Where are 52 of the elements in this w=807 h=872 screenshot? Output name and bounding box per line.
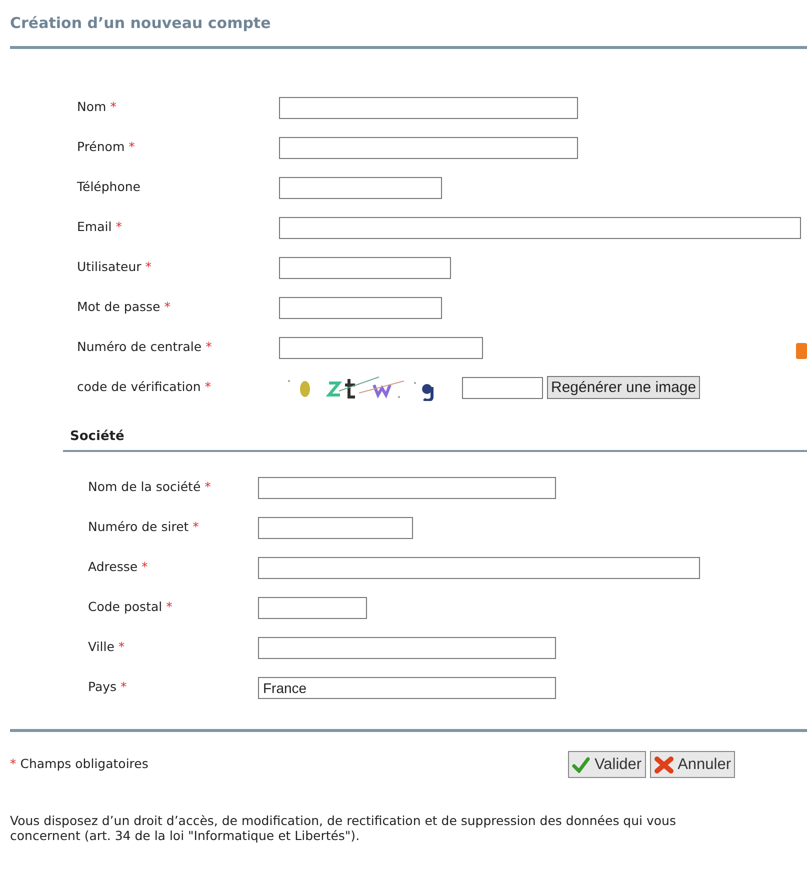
field-label: Adresse bbox=[88, 558, 138, 576]
field-label: Numéro de siret bbox=[88, 518, 189, 536]
notice-text: Vous disposez d’un droit d’accès, de modification, de rectification et de suppression des données qui vous concernent (art. 34 de la loi "Informatique et Libertés"). bbox=[10, 812, 677, 842]
input-field[interactable] bbox=[279, 336, 483, 359]
required-mark: * bbox=[204, 478, 211, 496]
input-field[interactable] bbox=[462, 376, 543, 399]
required-mark: * bbox=[166, 598, 172, 616]
validate-button[interactable]: Valider bbox=[568, 751, 646, 778]
field-label: Prénom bbox=[77, 138, 125, 156]
required-mark: * bbox=[164, 298, 170, 316]
input-field[interactable] bbox=[279, 136, 578, 159]
required-mark: * bbox=[128, 138, 135, 156]
input-field[interactable] bbox=[258, 556, 700, 578]
input-field[interactable] bbox=[279, 176, 442, 199]
field-label: Utilisateur bbox=[77, 258, 142, 276]
field-label: Code postal bbox=[88, 598, 162, 616]
input-field[interactable] bbox=[258, 596, 367, 618]
input-field[interactable] bbox=[258, 476, 556, 498]
field-label: Email bbox=[77, 218, 112, 236]
check-icon bbox=[572, 756, 590, 772]
field-label: code de vérification bbox=[77, 378, 201, 396]
input-field[interactable] bbox=[258, 636, 556, 658]
field-label: Nom bbox=[77, 98, 106, 116]
close-icon bbox=[654, 756, 674, 774]
input-field[interactable] bbox=[279, 296, 442, 319]
section-heading: Société bbox=[70, 428, 124, 444]
input-field[interactable] bbox=[258, 516, 413, 538]
input-field[interactable] bbox=[279, 256, 451, 279]
field-label: Mot de passe bbox=[77, 298, 160, 316]
required-mark: * bbox=[206, 338, 212, 356]
required-mark: * bbox=[120, 678, 127, 696]
required-mark: * bbox=[142, 558, 148, 576]
cancel-button[interactable]: Annuler bbox=[650, 751, 735, 778]
regenerate-button[interactable]: Regénérer une image bbox=[547, 376, 700, 400]
input-field[interactable] bbox=[279, 216, 801, 239]
field-label: Ville bbox=[88, 638, 114, 656]
field-label: Téléphone bbox=[77, 178, 140, 196]
required-mark: * bbox=[10, 755, 16, 774]
page-title: Création d’un nouveau compte bbox=[9, 13, 271, 33]
legend-text: Champs obligatoires bbox=[20, 755, 148, 774]
field-label: Pays bbox=[88, 678, 117, 696]
required-mark: * bbox=[192, 518, 199, 536]
required-mark: * bbox=[145, 258, 152, 276]
required-mark: * bbox=[110, 98, 116, 116]
edge-marker-icon bbox=[796, 343, 807, 359]
required-mark: * bbox=[116, 218, 122, 236]
required-mark: * bbox=[118, 638, 125, 656]
required-mark: * bbox=[204, 378, 212, 396]
input-field[interactable] bbox=[279, 96, 578, 119]
input-field[interactable]: France bbox=[258, 676, 556, 698]
field-label: Nom de la société bbox=[88, 478, 201, 496]
field-label: Numéro de centrale bbox=[77, 338, 202, 356]
